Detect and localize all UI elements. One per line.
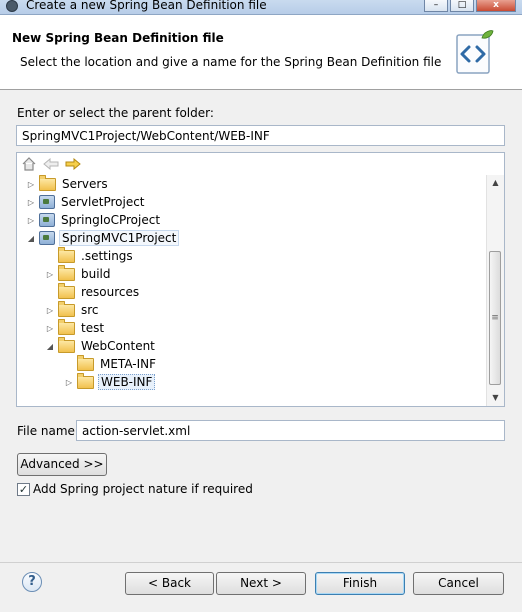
minimize-button[interactable]: – [424, 0, 448, 12]
collapse-arrow-icon[interactable]: ◢ [25, 234, 37, 243]
tree-node-springmvc1project[interactable]: ◢ SpringMVC1Project [25, 229, 180, 247]
eclipse-app-icon [6, 0, 18, 12]
scrollbar-thumb[interactable]: ≡ [489, 251, 501, 385]
tree-vertical-scrollbar[interactable]: ▲ ≡ ▼ [486, 175, 504, 406]
close-button[interactable]: x [476, 0, 516, 12]
tree-node-label: test [81, 321, 105, 335]
tree-toolbar [21, 155, 81, 173]
wizard-title: New Spring Bean Definition file [12, 31, 224, 45]
tree-node-test[interactable]: ▷ test [44, 318, 106, 337]
wizard-description: Select the location and give a name for … [20, 55, 442, 69]
wizard-header: New Spring Bean Definition file Select t… [0, 15, 522, 90]
folder-tree[interactable]: ▷ Servers ▷ ServletProject ▷ SpringIoCPr… [16, 152, 505, 407]
window-title: Create a new Spring Bean Definition file [26, 0, 267, 12]
window-titlebar: Create a new Spring Bean Definition file… [0, 0, 522, 15]
tree-node-label: Servers [62, 177, 108, 191]
tree-node-web-inf[interactable]: ▷ WEB-INF [63, 372, 156, 391]
tree-node-label: ServletProject [61, 195, 145, 209]
finish-button[interactable]: Finish [315, 572, 405, 595]
expand-arrow-icon[interactable]: ▷ [63, 378, 75, 387]
next-button[interactable]: Next > [216, 572, 306, 595]
back-arrow-icon[interactable] [43, 156, 59, 172]
project-icon [39, 195, 55, 209]
expand-arrow-icon[interactable]: ▷ [25, 180, 37, 189]
folder-icon [58, 246, 75, 263]
expand-arrow-icon[interactable]: ▷ [25, 198, 37, 207]
folder-icon [39, 174, 56, 191]
tree-node-label: WEB-INF [98, 374, 156, 390]
spring-project-icon [39, 213, 55, 227]
folder-icon [58, 318, 75, 335]
help-icon[interactable]: ? [22, 572, 42, 592]
expand-arrow-icon[interactable]: ▷ [44, 306, 56, 315]
tree-node-servers[interactable]: ▷ Servers [25, 174, 110, 193]
folder-icon [58, 282, 75, 299]
tree-node-resources[interactable]: resources [44, 282, 141, 301]
spring-bean-xml-icon [456, 30, 494, 74]
tree-node-meta-inf[interactable]: META-INF [63, 354, 158, 373]
tree-node-src[interactable]: ▷ src [44, 300, 101, 319]
parent-folder-label: Enter or select the parent folder: [17, 106, 214, 120]
expand-arrow-icon[interactable]: ▷ [25, 216, 37, 225]
folder-icon [58, 300, 75, 317]
scroll-down-icon[interactable]: ▼ [487, 390, 504, 406]
window-controls: – □ x [424, 0, 516, 12]
folder-icon [77, 354, 94, 371]
back-button[interactable]: < Back [125, 572, 214, 595]
spring-nature-checkbox[interactable]: ✓ [17, 483, 30, 496]
tree-node-label: build [81, 267, 111, 281]
cancel-button[interactable]: Cancel [413, 572, 504, 595]
expand-arrow-icon[interactable]: ▷ [44, 324, 56, 333]
tree-node-servletproject[interactable]: ▷ ServletProject [25, 193, 147, 211]
tree-node-label: src [81, 303, 99, 317]
folder-icon [58, 264, 75, 281]
tree-node-label: SpringIoCProject [61, 213, 161, 227]
tree-node-build[interactable]: ▷ build [44, 264, 113, 283]
tree-node-label: resources [81, 285, 140, 299]
expand-arrow-icon[interactable]: ▷ [44, 270, 56, 279]
open-folder-icon [58, 336, 75, 353]
tree-node-settings[interactable]: .settings [44, 246, 135, 265]
tree-node-label: SpringMVC1Project [59, 230, 180, 246]
home-icon[interactable] [21, 156, 37, 172]
tree-node-label: META-INF [100, 357, 157, 371]
tree-node-webcontent[interactable]: ◢ WebContent [44, 336, 157, 355]
scroll-up-icon[interactable]: ▲ [487, 175, 504, 191]
parent-folder-input[interactable]: SpringMVC1Project/WebContent/WEB-INF [16, 125, 505, 146]
collapse-arrow-icon[interactable]: ◢ [44, 342, 56, 351]
file-name-label: File name: [17, 424, 79, 438]
folder-icon [77, 372, 94, 389]
spring-project-icon [39, 231, 55, 245]
tree-node-label: .settings [81, 249, 133, 263]
spring-nature-label: Add Spring project nature if required [33, 482, 253, 496]
tree-node-springiocproject[interactable]: ▷ SpringIoCProject [25, 211, 162, 229]
file-name-input[interactable]: action-servlet.xml [76, 420, 505, 441]
advanced-button[interactable]: Advanced >> [17, 453, 107, 476]
forward-arrow-icon[interactable] [65, 156, 81, 172]
button-bar-divider [0, 562, 522, 563]
maximize-button[interactable]: □ [450, 0, 474, 12]
tree-node-label: WebContent [81, 339, 155, 353]
